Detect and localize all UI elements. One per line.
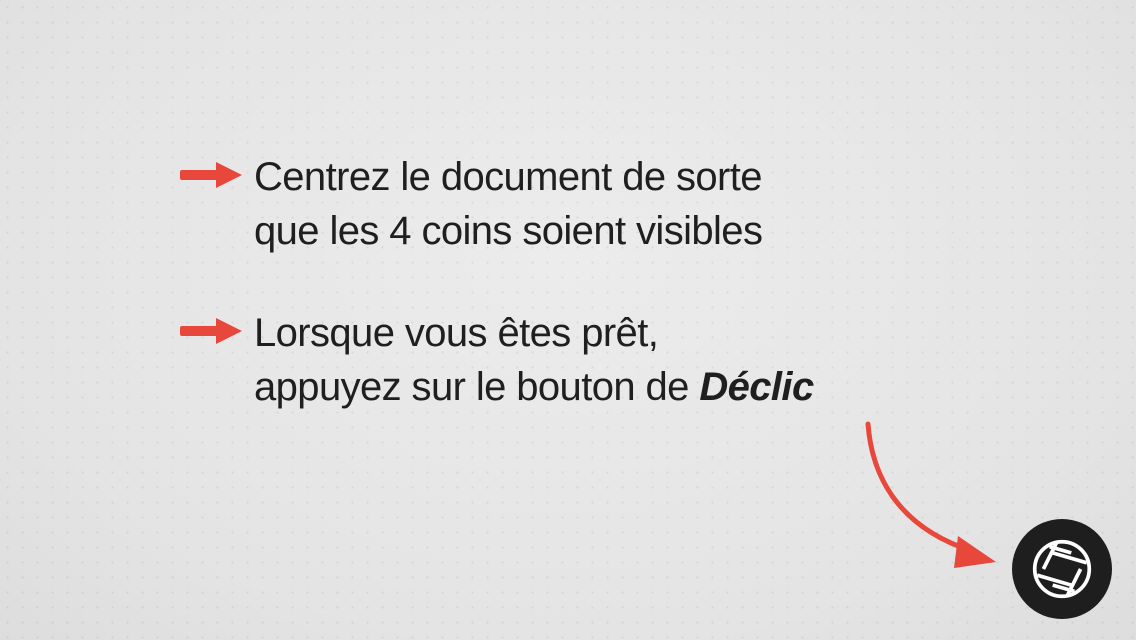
instruction-line: que les 4 coins soient visibles (254, 209, 763, 253)
aperture-icon (1032, 539, 1092, 599)
shutter-button[interactable] (1012, 519, 1112, 619)
right-arrow-icon (180, 318, 242, 344)
instruction-line: Lorsque vous êtes prêt, (254, 311, 659, 355)
right-arrow-icon (180, 162, 242, 188)
instruction-line: appuyez sur le bouton de Déclic (254, 360, 814, 414)
instruction-press-shutter: Lorsque vous êtes prêt, appuyez sur le b… (180, 306, 814, 414)
instruction-center-document: Centrez le document de sorte que les 4 c… (180, 150, 763, 258)
shutter-button-name: Déclic (699, 365, 814, 409)
instruction-text: Centrez le document de sorte que les 4 c… (254, 150, 763, 258)
curved-arrow-icon (865, 421, 996, 568)
instruction-line-prefix: appuyez sur le bouton de (254, 365, 700, 409)
instruction-line: Centrez le document de sorte (254, 155, 763, 199)
instruction-text: Lorsque vous êtes prêt, appuyez sur le b… (254, 306, 814, 414)
